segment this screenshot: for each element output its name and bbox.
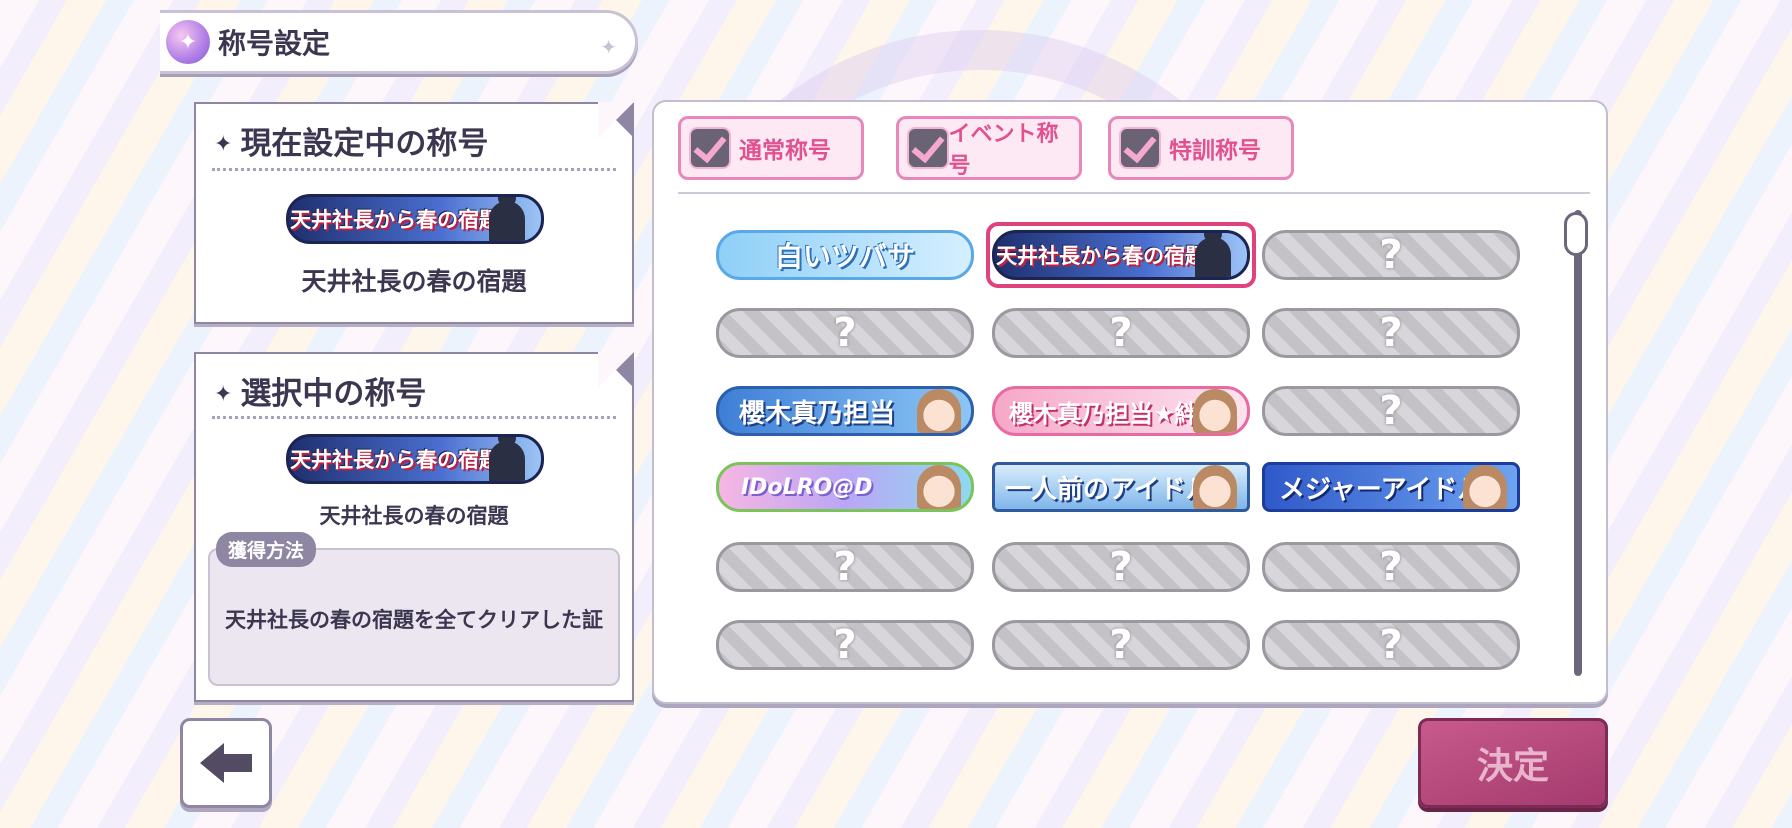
title-badge-locked[interactable]: ? [1262, 542, 1520, 592]
title-setting-icon: ✦ [166, 20, 210, 64]
sparkle-icon: ✦ [600, 35, 617, 59]
title-badge-major-idol[interactable]: メジャーアイドル [1262, 462, 1520, 512]
title-badge-sakuragi-mano[interactable]: 櫻木真乃担当 [716, 386, 974, 436]
current-title-panel: ✦ 現在設定中の称号 天井社長から春の宿題 天井社長の春の宿題 [194, 102, 634, 324]
current-title-heading: ✦ 現在設定中の称号 [214, 126, 489, 162]
title-list-panel: 通常称号 イベント称号 特訓称号 白いツバサ 天井社長から春の宿題 ? ? ? … [652, 100, 1608, 704]
checkbox-checked-icon[interactable] [1119, 127, 1161, 169]
title-badge-locked[interactable]: ? [1262, 230, 1520, 280]
divider [212, 168, 616, 171]
title-badge-sakuragi-mano-kizuna[interactable]: 櫻木真乃担当★絆 [992, 386, 1250, 436]
silhouette-icon [1195, 233, 1231, 277]
current-title-badge: 天井社長から春の宿題 [286, 194, 544, 244]
scrollbar-thumb[interactable] [1564, 212, 1588, 256]
title-badge-white-wings[interactable]: 白いツバサ [716, 230, 974, 280]
divider [212, 416, 616, 419]
title-badge-locked[interactable]: ? [716, 542, 974, 592]
title-badge-tenjo-homework[interactable]: 天井社長から春の宿題 [992, 230, 1250, 280]
checkbox-checked-icon[interactable] [689, 127, 731, 169]
character-portrait-icon [1193, 465, 1237, 509]
character-portrait-icon [917, 389, 961, 433]
confirm-button[interactable]: 決定 [1418, 718, 1608, 808]
selected-title-name: 天井社長の春の宿題 [319, 504, 509, 528]
current-title-name: 天井社長の春の宿題 [301, 267, 527, 296]
acquisition-text: 天井社長の春の宿題を全てクリアした証 [225, 608, 603, 632]
title-badge-locked[interactable]: ? [992, 542, 1250, 592]
scrollbar-track[interactable] [1574, 210, 1582, 676]
filter-normal-titles[interactable]: 通常称号 [678, 116, 864, 180]
title-badge-locked[interactable]: ? [1262, 308, 1520, 358]
page-title: 称号設定 [218, 27, 331, 60]
title-badge-idol-road[interactable]: IDoLRO@D [716, 462, 974, 512]
checkbox-checked-icon[interactable] [907, 127, 949, 169]
title-badge-full-fledged-idol[interactable]: 一人前のアイドル [992, 462, 1250, 512]
title-badge-locked[interactable]: ? [992, 620, 1250, 670]
screen-header: ✦ 称号設定 ✦ [160, 10, 638, 74]
title-badge-locked[interactable]: ? [716, 308, 974, 358]
filter-event-titles[interactable]: イベント称号 [896, 116, 1082, 180]
selected-title-badge: 天井社長から春の宿題 [286, 434, 544, 484]
acquisition-box: 天井社長の春の宿題を全てクリアした証 [208, 548, 620, 686]
back-button[interactable] [180, 718, 272, 808]
divider [678, 192, 1590, 194]
title-badge-locked[interactable]: ? [1262, 386, 1520, 436]
character-portrait-icon [1463, 465, 1507, 509]
selected-title-panel: ✦ 選択中の称号 天井社長から春の宿題 天井社長の春の宿題 天井社長の春の宿題を全… [194, 352, 634, 702]
character-portrait-icon [1193, 389, 1237, 433]
filter-training-titles[interactable]: 特訓称号 [1108, 116, 1294, 180]
selected-title-heading: ✦ 選択中の称号 [214, 376, 427, 412]
title-badge-locked[interactable]: ? [992, 308, 1250, 358]
silhouette-icon [489, 437, 525, 481]
back-arrow-icon [200, 743, 252, 783]
title-badge-locked[interactable]: ? [716, 620, 974, 670]
character-portrait-icon [917, 465, 961, 509]
acquisition-label: 獲得方法 [216, 532, 317, 567]
silhouette-icon [489, 197, 525, 241]
title-badge-locked[interactable]: ? [1262, 620, 1520, 670]
